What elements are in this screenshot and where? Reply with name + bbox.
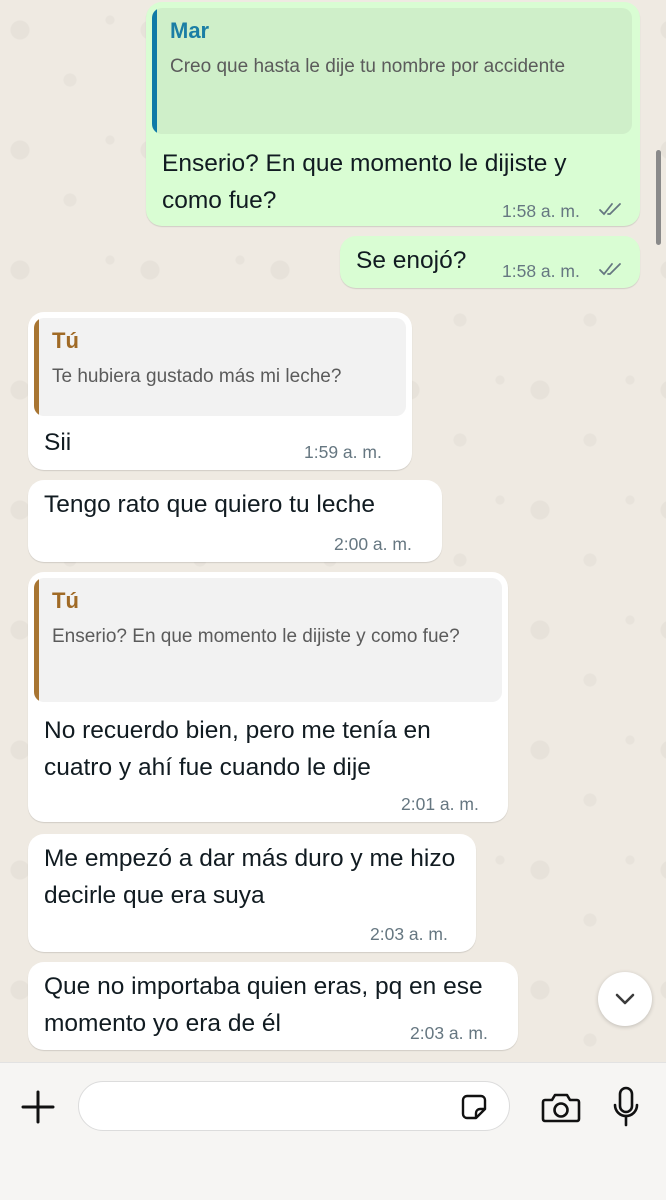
scroll-to-bottom-button[interactable]: [598, 972, 652, 1026]
message-bubble-incoming[interactable]: Tú Enserio? En que momento le dijiste y …: [28, 572, 508, 822]
message-text: No recuerdo bien, pero me tenía en cuatr…: [44, 717, 431, 781]
plus-icon: [21, 1090, 55, 1124]
double-check-icon: [599, 203, 621, 216]
message-time: 2:01 a. m.: [401, 794, 479, 814]
sticker-button[interactable]: [459, 1092, 489, 1122]
quoted-message[interactable]: Tú Te hubiera gustado más mi leche?: [34, 318, 406, 416]
message-time: 2:00 a. m.: [334, 534, 412, 554]
message-time: 2:03 a. m.: [410, 1023, 488, 1043]
message-input[interactable]: [95, 1090, 459, 1124]
message-bubble-outgoing[interactable]: Se enojó? 1:58 a. m.: [340, 236, 640, 288]
message-text: Se enojó?: [356, 247, 467, 274]
attach-button[interactable]: [18, 1087, 58, 1127]
message-bubble-incoming[interactable]: Tengo rato que quiero tu leche 2:00 a. m…: [28, 480, 442, 562]
message-bubble-incoming[interactable]: Me empezó a dar más duro y me hizo decir…: [28, 834, 476, 952]
message-time: 1:58 a. m.: [502, 261, 580, 281]
chat-area[interactable]: Mar Creo que hasta le dije tu nombre por…: [0, 0, 666, 1062]
double-check-icon: [599, 263, 621, 276]
scroll-indicator[interactable]: [656, 150, 661, 245]
message-time: 2:03 a. m.: [370, 924, 448, 944]
camera-button[interactable]: [538, 1085, 584, 1129]
message-time: 1:59 a. m.: [304, 442, 382, 462]
message-time: 1:58 a. m.: [502, 201, 580, 221]
quoted-message[interactable]: Mar Creo que hasta le dije tu nombre por…: [152, 8, 632, 134]
quoted-message[interactable]: Tú Enserio? En que momento le dijiste y …: [34, 578, 502, 702]
message-bubble-incoming[interactable]: Tú Te hubiera gustado más mi leche? Sii …: [28, 312, 412, 470]
quote-author: Tú: [52, 588, 79, 613]
quote-author: Tú: [52, 328, 79, 353]
message-text: Me empezó a dar más duro y me hizo decir…: [44, 845, 456, 909]
message-text: Sii: [44, 429, 72, 456]
message-text: Tengo rato que quiero tu leche: [44, 491, 375, 518]
chevron-down-icon: [615, 993, 635, 1005]
quote-text: Creo que hasta le dije tu nombre por acc…: [170, 56, 566, 77]
quote-author: Mar: [170, 18, 210, 43]
quote-text: Enserio? En que momento le dijiste y com…: [52, 626, 460, 647]
message-bubble-incoming[interactable]: Que no importaba quien eras, pq en ese m…: [28, 962, 518, 1050]
composer-bar: [0, 1062, 666, 1200]
message-input-field[interactable]: [78, 1081, 510, 1131]
sticker-icon: [461, 1094, 487, 1120]
voice-message-button[interactable]: [606, 1083, 646, 1131]
microphone-icon: [613, 1086, 639, 1127]
quote-text: Te hubiera gustado más mi leche?: [52, 366, 342, 387]
camera-icon: [541, 1093, 581, 1123]
message-bubble-outgoing[interactable]: Mar Creo que hasta le dije tu nombre por…: [146, 2, 640, 226]
